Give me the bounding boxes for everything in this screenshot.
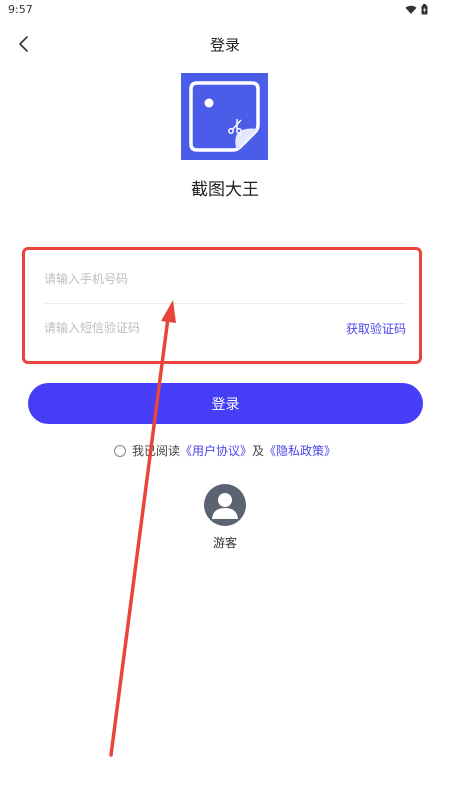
guest-avatar-button[interactable] bbox=[204, 484, 246, 526]
agree-checkbox[interactable] bbox=[113, 444, 126, 457]
field-divider bbox=[44, 303, 406, 304]
screenshot-app-icon bbox=[181, 73, 268, 160]
agreement-conjunction: 及 bbox=[252, 444, 265, 458]
wifi-icon bbox=[405, 5, 417, 14]
agreement-prefix: 我已阅读 bbox=[131, 444, 180, 458]
phone-number-input[interactable] bbox=[44, 267, 304, 291]
annotation-highlight-box bbox=[22, 247, 422, 364]
status-icons bbox=[405, 4, 428, 15]
privacy-policy-link[interactable]: 《隐私政策》 bbox=[264, 442, 336, 459]
page-title: 登录 bbox=[209, 36, 240, 54]
sms-code-input[interactable] bbox=[44, 316, 304, 340]
status-bar: 9:57 bbox=[0, 0, 450, 20]
login-button[interactable]: 登录 bbox=[28, 383, 423, 424]
battery-icon bbox=[421, 4, 428, 15]
guest-label: 游客 bbox=[212, 536, 237, 550]
status-time: 9:57 bbox=[8, 3, 33, 16]
agreement-row: 我已阅读 《用户协议》 及 《隐私政策》 bbox=[0, 442, 450, 459]
user-agreement-link[interactable]: 《用户协议》 bbox=[180, 442, 252, 459]
app-name: 截图大王 bbox=[191, 180, 259, 200]
user-icon bbox=[212, 493, 238, 519]
get-code-button[interactable]: 获取验证码 bbox=[346, 320, 406, 337]
app-logo bbox=[181, 73, 268, 160]
